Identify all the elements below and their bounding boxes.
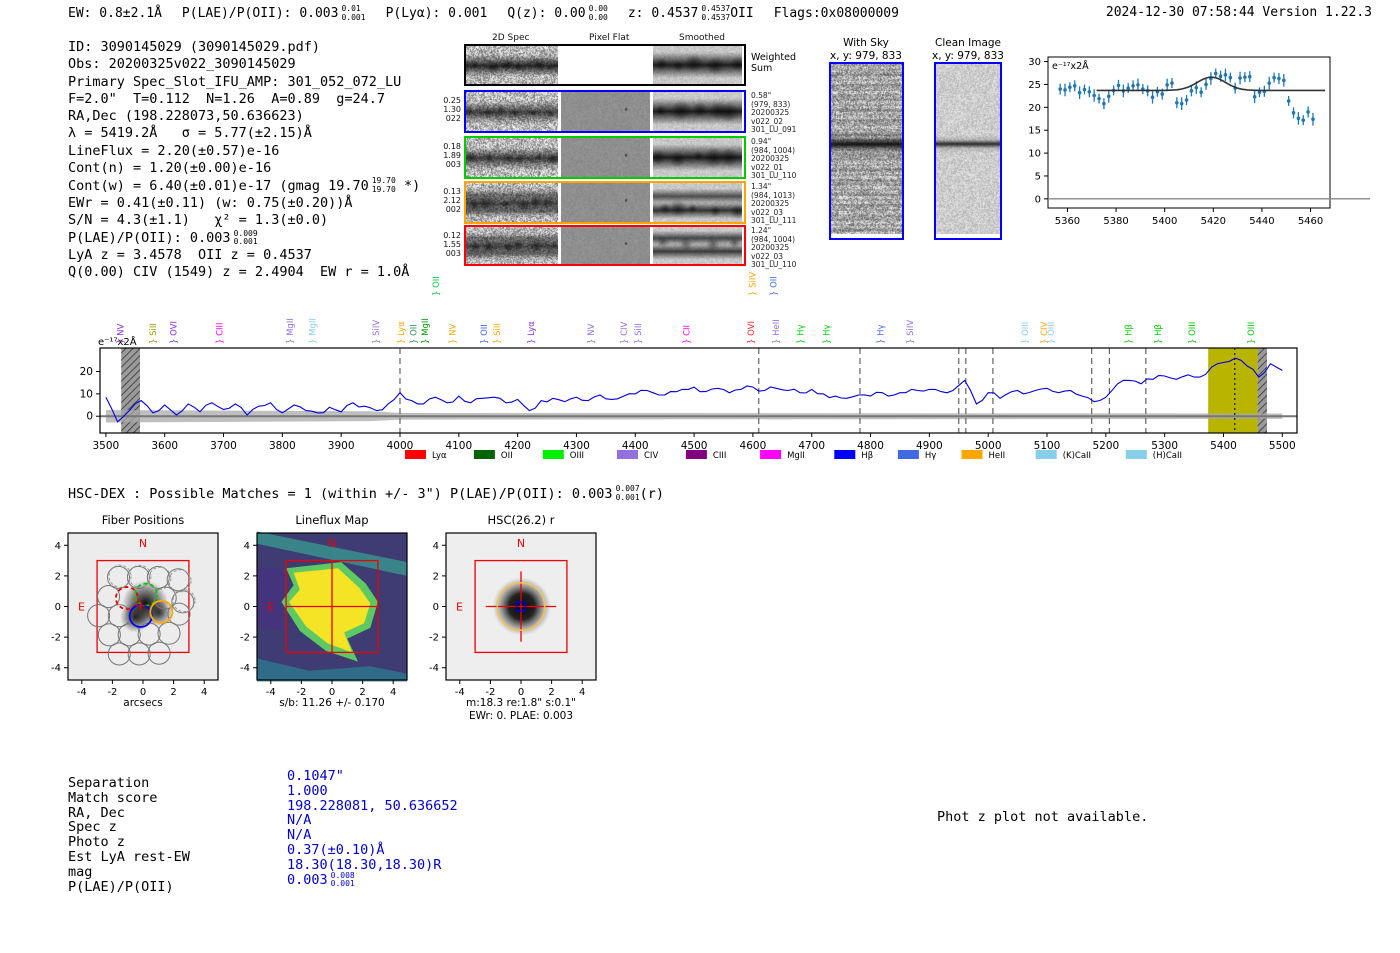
match-row-label: Match score [68,789,158,806]
photz-note: Phot z plot not available. [937,809,1149,825]
match-row-label: Separation [68,775,150,791]
match-row-label: Est LyA rest-EW [68,849,190,865]
match-row-value: 18.30(18.30,18.30)R [287,856,442,873]
match-row-label: mag [68,863,93,880]
match-row-label: Spec z [68,819,117,836]
elixer-report-page: EW: 0.8±2.1Å P(LAE)/P(OII): 0.003 0.01 0.00… [0,0,1400,953]
panel-ytick: 2 [433,571,439,582]
panel-ytick: -2 [429,633,439,644]
match-row-value: N/A [287,827,312,844]
fiber-xlabel: arcsecs [123,697,163,709]
match-row-label: P(LAE)/P(OII) [68,878,174,895]
north-label: N [517,537,525,550]
match-row-value: 0.37(±0.10)Å [287,842,385,858]
panel-ytick: 4 [433,541,439,552]
match-row-value: 0.1047" [287,768,344,784]
match-row-value: 0.003 0.008 0.001 [287,870,355,889]
hsc-caption-1: m:18.3 re:1.8" s:0.1" [466,697,576,709]
match-row-value: 198.228081, 50.636652 [287,797,458,814]
match-row-label: Photo z [68,834,125,851]
panel-ytick: -4 [429,663,439,674]
hsc-caption-2: EWr: 0. PLAE: 0.003 [468,710,574,722]
panel-ytick: 0 [433,602,439,613]
match-row-value: 1.000 [287,782,328,799]
lineflux-caption: s/b: 11.26 +/- 0.170 [279,697,385,709]
match-row-label: RA, Dec [68,804,125,821]
match-row-value: N/A [287,812,312,829]
east-label: E [456,601,463,614]
